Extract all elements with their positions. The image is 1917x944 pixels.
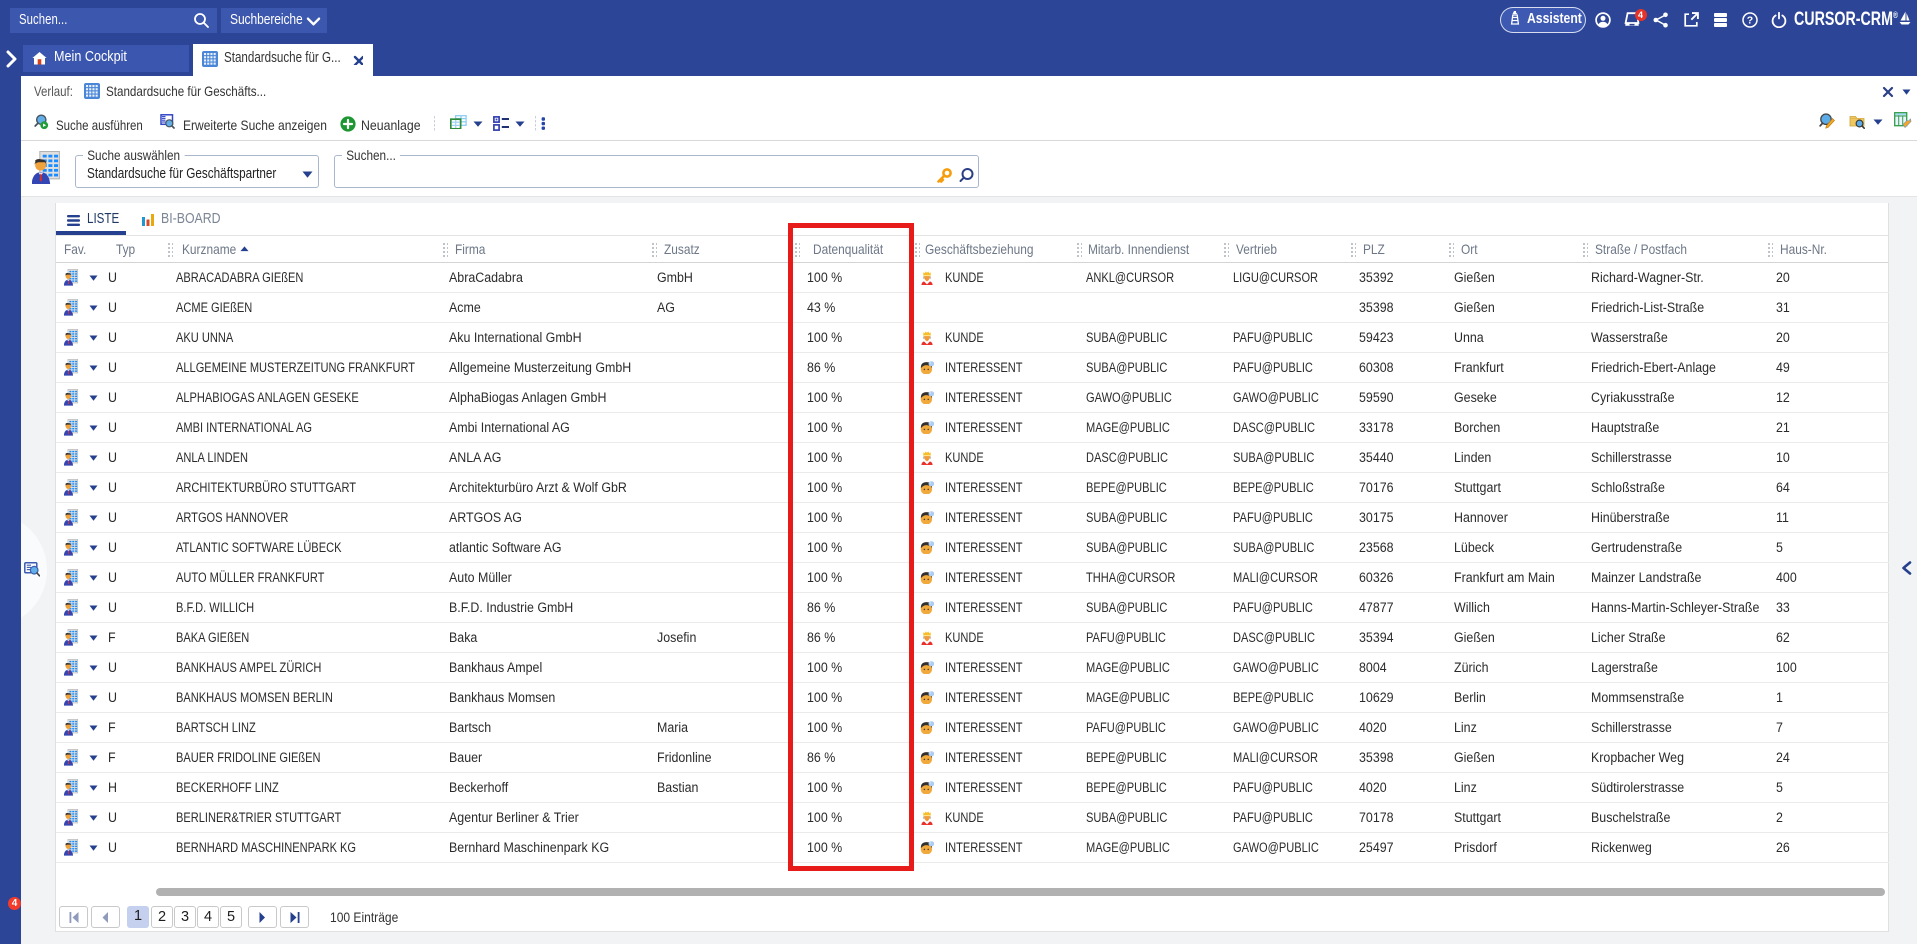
svg-text:?: ?: [1747, 14, 1753, 26]
